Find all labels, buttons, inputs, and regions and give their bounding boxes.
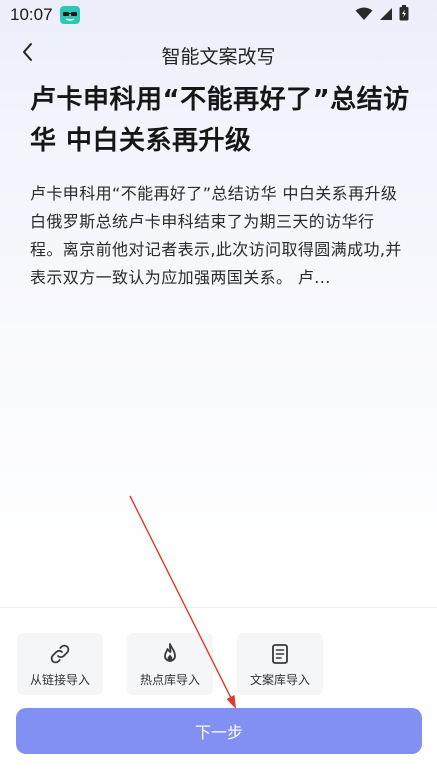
link-icon xyxy=(17,642,103,666)
import-from-link-button[interactable]: 从链接导入 xyxy=(17,633,103,695)
next-step-label: 下一步 xyxy=(194,723,243,742)
status-time: 10:07 xyxy=(10,5,53,24)
top-navigation: 智能文案改写 xyxy=(0,34,437,74)
article-body-text[interactable]: 卢卡申科用“不能再好了”总结访华 中白关系再升级 白俄罗斯总统卢卡申科结束了为期… xyxy=(30,180,406,292)
document-icon xyxy=(237,642,323,666)
status-icons xyxy=(355,5,409,25)
wifi-icon xyxy=(355,6,373,25)
next-step-button[interactable]: 下一步 xyxy=(16,708,422,754)
import-from-link-label: 从链接导入 xyxy=(29,673,90,687)
battery-icon xyxy=(399,5,409,25)
import-from-copy-library-label: 文案库导入 xyxy=(249,673,310,687)
signal-icon xyxy=(379,6,393,25)
page-title: 智能文案改写 xyxy=(161,46,276,68)
flame-icon xyxy=(127,642,213,666)
app-badge-icon xyxy=(60,6,80,24)
import-from-copy-library-button[interactable]: 文案库导入 xyxy=(237,633,323,695)
import-from-hot-topics-button[interactable]: 热点库导入 xyxy=(127,633,213,695)
status-bar: 10:07 xyxy=(0,0,437,30)
article-title: 卢卡申科用“不能再好了”总结访华 中白关系再升级 xyxy=(30,85,410,156)
import-from-hot-topics-label: 热点库导入 xyxy=(139,673,200,687)
